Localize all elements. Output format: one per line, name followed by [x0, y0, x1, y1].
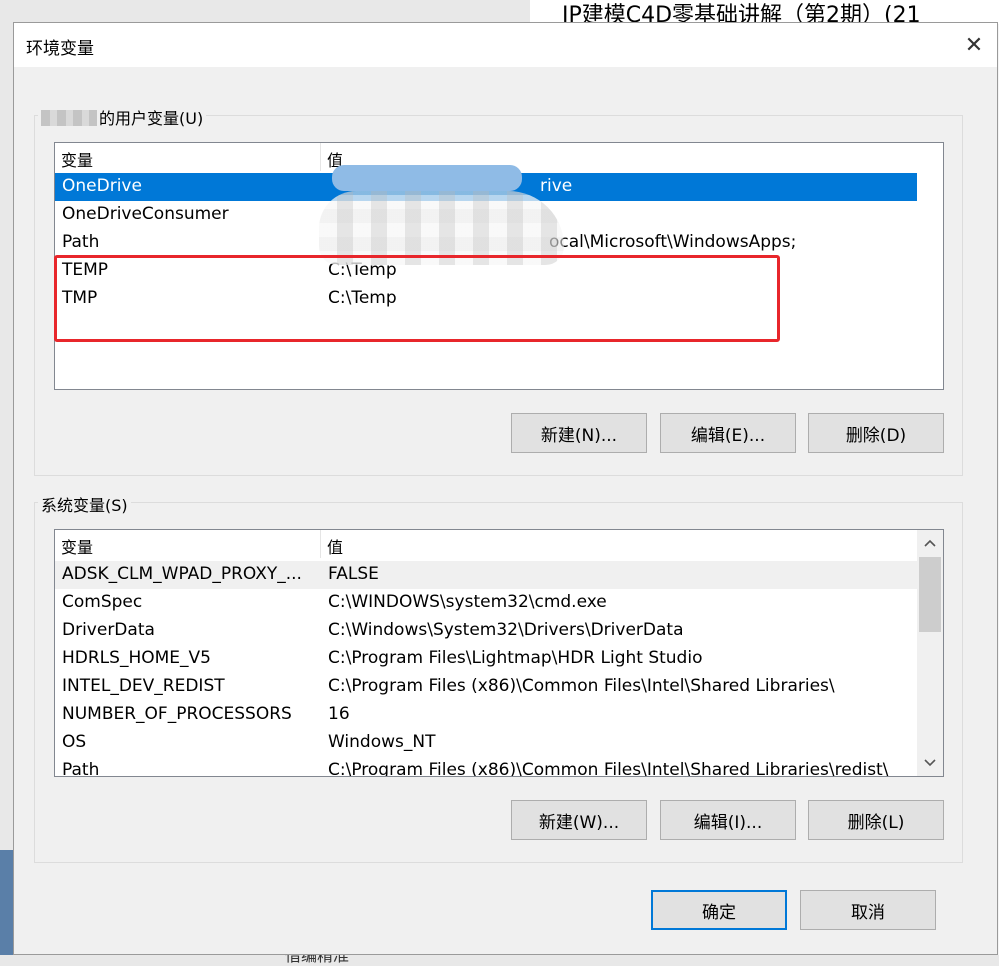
- variable-name: DriverData: [62, 620, 155, 640]
- system-var-row[interactable]: OS Windows_NT: [55, 729, 917, 757]
- system-edit-button[interactable]: 编辑(I)...: [660, 800, 796, 840]
- column-header-variable[interactable]: 变量: [55, 143, 321, 171]
- system-new-button[interactable]: 新建(W)...: [511, 800, 647, 840]
- redaction-blur: [319, 191, 564, 265]
- dialog-title: 环境变量: [26, 39, 94, 59]
- variable-name: OneDriveConsumer: [62, 204, 229, 224]
- variable-value: C:\Windows\System32\Drivers\DriverData: [328, 620, 684, 640]
- redacted-username: [41, 110, 97, 126]
- system-variables-label: 系统变量(S): [38, 492, 131, 516]
- variable-name: OneDrive: [62, 176, 142, 196]
- variable-name: HDRLS_HOME_V5: [62, 648, 211, 668]
- variable-value: C:\Program Files\Lightmap\HDR Light Stud…: [328, 648, 703, 668]
- dialog-titlebar: 环境变量 ✕: [14, 23, 997, 67]
- scroll-down-arrow-icon: [924, 759, 936, 767]
- highlight-annotation-box: [54, 255, 780, 342]
- system-variables-header: 变量 值: [55, 530, 917, 558]
- system-variables-list[interactable]: 变量 值 ADSK_CLM_WPAD_PROXY_... FALSE ComSp…: [54, 529, 944, 777]
- variable-name: INTEL_DEV_REDIST: [62, 676, 225, 696]
- column-header-value[interactable]: 值: [321, 530, 917, 558]
- close-button[interactable]: ✕: [951, 23, 997, 67]
- variable-value: C:\Program Files (x86)\Common Files\Inte…: [328, 760, 889, 777]
- system-variables-scrollbar[interactable]: [917, 530, 943, 776]
- ok-button[interactable]: 确定: [651, 890, 787, 930]
- system-var-row[interactable]: HDRLS_HOME_V5 C:\Program Files\Lightmap\…: [55, 645, 917, 673]
- redaction-blur: [332, 165, 522, 191]
- system-var-row[interactable]: Path C:\Program Files (x86)\Common Files…: [55, 757, 917, 777]
- cancel-button[interactable]: 取消: [800, 890, 936, 930]
- variable-name: Path: [62, 232, 100, 252]
- user-delete-button[interactable]: 删除(D): [808, 413, 944, 453]
- variable-name: OS: [62, 732, 87, 752]
- variable-value: C:\Program Files (x86)\Common Files\Inte…: [328, 676, 835, 696]
- variable-value: Windows_NT: [328, 732, 436, 752]
- variable-value: FALSE: [328, 564, 379, 584]
- system-var-row[interactable]: ADSK_CLM_WPAD_PROXY_... FALSE: [55, 561, 917, 589]
- variable-value: 16: [328, 704, 350, 724]
- user-edit-button[interactable]: 编辑(E)...: [660, 413, 796, 453]
- system-var-row[interactable]: NUMBER_OF_PROCESSORS 16: [55, 701, 917, 729]
- environment-variables-dialog: 环境变量 ✕ 的用户变量(U) 变量 值 OneDrive rive OneDr…: [13, 22, 998, 955]
- system-delete-button[interactable]: 删除(L): [808, 800, 944, 840]
- variable-name: ADSK_CLM_WPAD_PROXY_...: [62, 564, 302, 584]
- scroll-up-button[interactable]: [917, 530, 943, 556]
- variable-name: NUMBER_OF_PROCESSORS: [62, 704, 292, 724]
- background-desktop-edge: [0, 850, 13, 955]
- variable-value: C:\WINDOWS\system32\cmd.exe: [328, 592, 607, 612]
- close-icon: ✕: [964, 32, 984, 58]
- column-header-variable[interactable]: 变量: [55, 530, 321, 558]
- system-var-row[interactable]: INTEL_DEV_REDIST C:\Program Files (x86)\…: [55, 673, 917, 701]
- scroll-up-arrow-icon: [924, 539, 936, 547]
- scrollbar-thumb[interactable]: [919, 557, 941, 632]
- user-variables-label: 的用户变量(U): [38, 105, 207, 129]
- system-var-row[interactable]: ComSpec C:\WINDOWS\system32\cmd.exe: [55, 589, 917, 617]
- variable-name: ComSpec: [62, 592, 143, 612]
- system-var-row[interactable]: DriverData C:\Windows\System32\Drivers\D…: [55, 617, 917, 645]
- variable-name: Path: [62, 760, 100, 777]
- user-new-button[interactable]: 新建(N)...: [511, 413, 647, 453]
- scroll-down-button[interactable]: [917, 750, 943, 776]
